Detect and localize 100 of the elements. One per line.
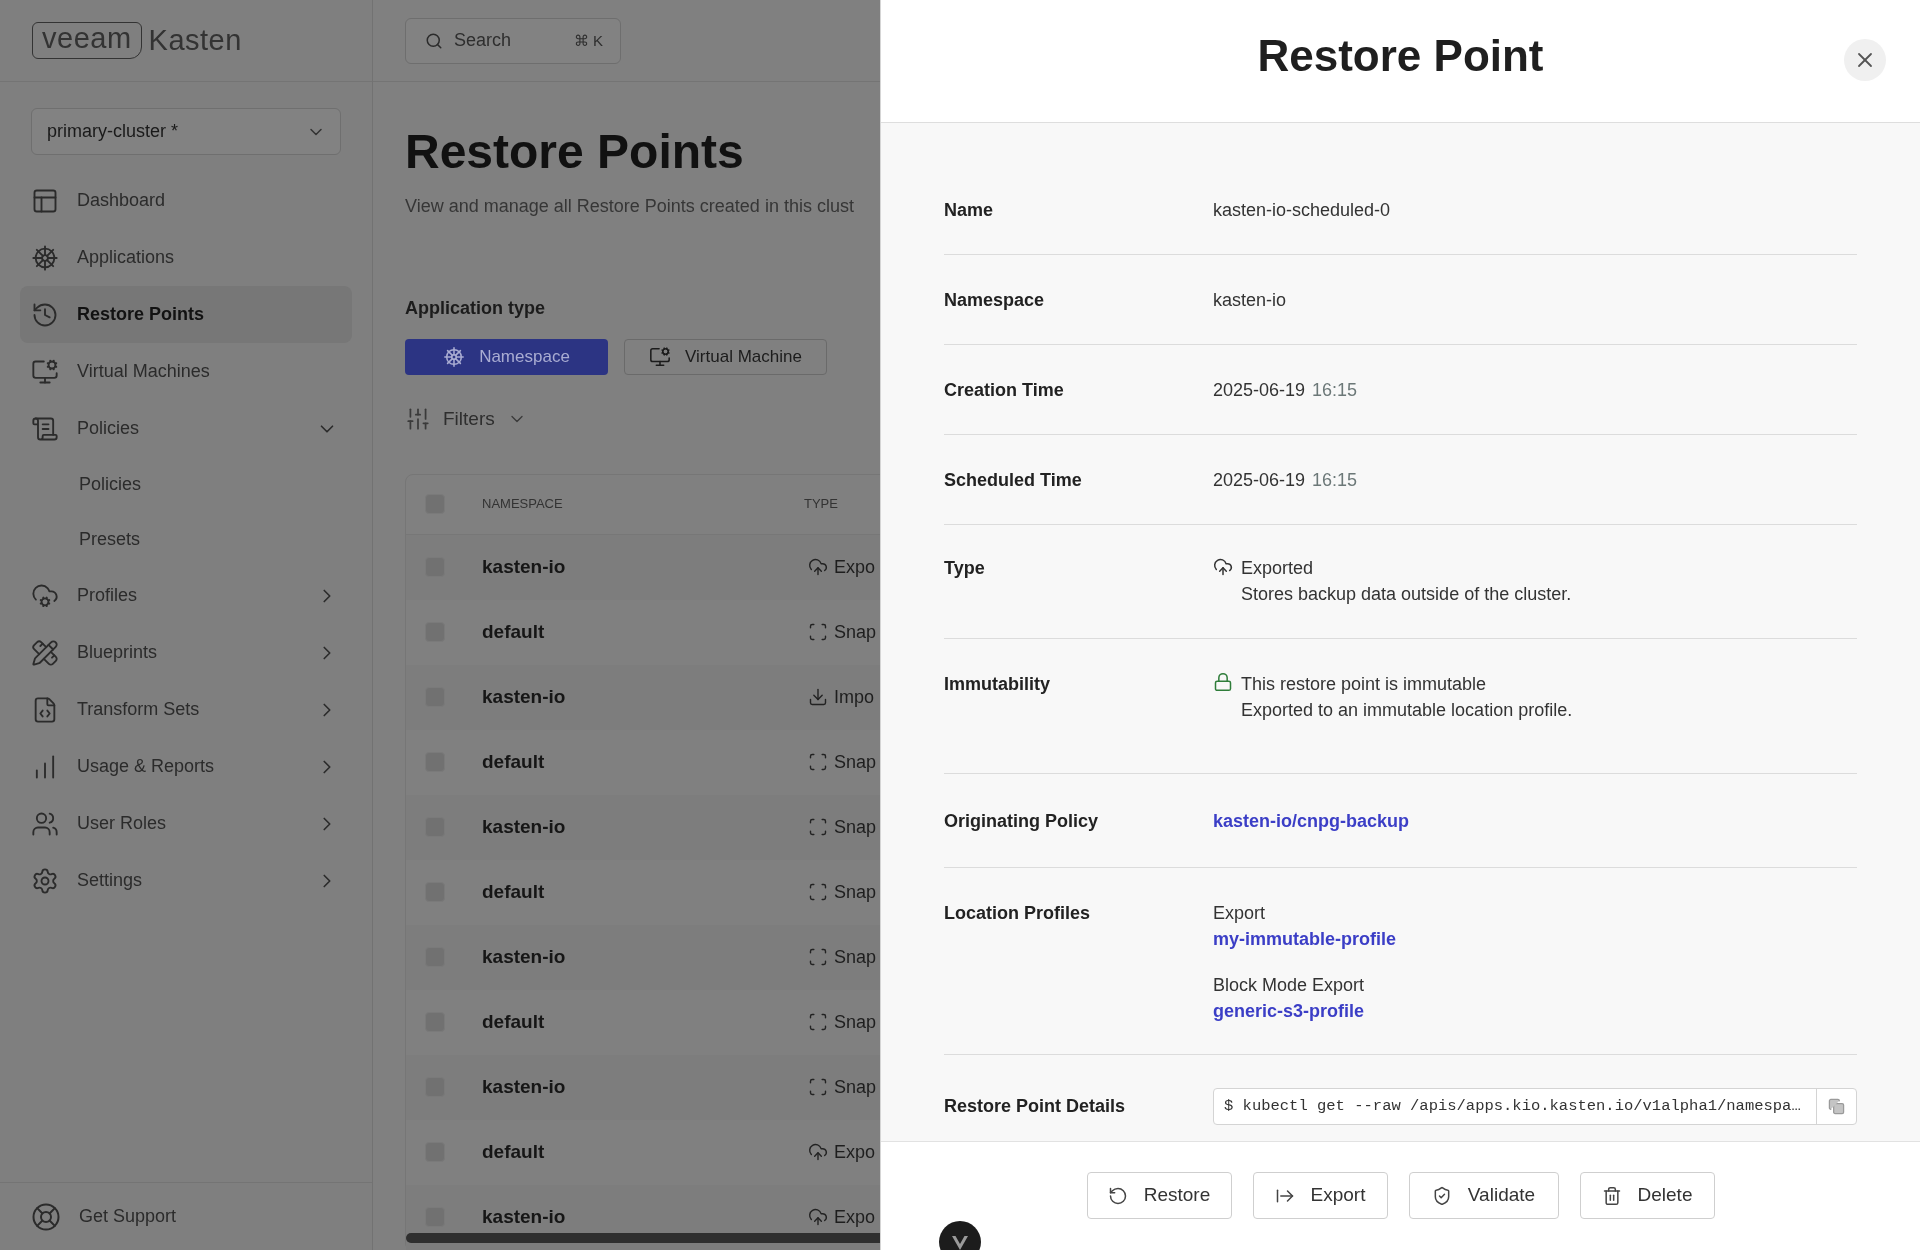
- nav-item[interactable]: Virtual Machines: [20, 343, 352, 400]
- field-label: Creation Time: [944, 379, 1065, 401]
- type-label: Snap: [834, 1075, 877, 1099]
- scan-frame-icon: [808, 622, 828, 642]
- namespace-label: default: [482, 619, 546, 644]
- app-type-option[interactable]: Namespace: [405, 339, 608, 375]
- validate-button[interactable]: Validate: [1408, 1172, 1559, 1219]
- sliders-icon: [405, 406, 431, 433]
- nav-item[interactable]: Dashboard: [20, 172, 352, 229]
- lock-icon: [1213, 672, 1233, 692]
- scan-frame-icon: [808, 1077, 828, 1097]
- type-label: Snap: [834, 945, 877, 969]
- nav-item[interactable]: Blueprints: [20, 624, 352, 681]
- field-label: Originating Policy: [944, 810, 1100, 833]
- namespace-label: kasten-io: [482, 554, 567, 579]
- cloud-upload-icon: [808, 1207, 828, 1227]
- command-text: $ kubectl get --raw /apis/apps.kio.kasten.io/v1alpha1/namespa…: [1223, 1095, 1802, 1117]
- rotate-arrow-icon: [1107, 1185, 1128, 1206]
- cloud-upload-icon: [1213, 557, 1233, 577]
- type-label: Expo: [834, 1205, 876, 1229]
- scan-frame-icon: [808, 817, 828, 837]
- date-text: 2025-06-19: [1213, 469, 1306, 491]
- scan-frame-icon: [808, 882, 828, 902]
- download-icon: [808, 687, 828, 707]
- settings-icon: [31, 866, 59, 895]
- field-label: Scheduled Time: [944, 469, 1083, 491]
- scan-frame-icon: [808, 1012, 828, 1032]
- type-label: Snap: [834, 815, 877, 839]
- field-label: Type: [944, 557, 986, 580]
- namespace-label: default: [482, 879, 546, 904]
- nav-item[interactable]: Transform Sets: [20, 681, 352, 738]
- nav-item[interactable]: Applications: [20, 229, 352, 286]
- scan-frame-icon: [808, 947, 828, 967]
- field-label: Name: [944, 199, 995, 221]
- trash-icon: [1601, 1185, 1622, 1206]
- nav-item[interactable]: Profiles: [20, 567, 352, 624]
- type-description: Stores backup data outside of the cluster.: [1241, 583, 1572, 606]
- filters-button[interactable]: Filters: [405, 405, 527, 434]
- field-label: Namespace: [944, 289, 1046, 311]
- policy-link[interactable]: kasten-io/cnpg-backup: [1213, 808, 1410, 834]
- nav-subitem[interactable]: Policies: [20, 457, 352, 512]
- nav-item[interactable]: Restore Points: [20, 286, 352, 343]
- nav-item[interactable]: Settings: [20, 852, 352, 909]
- profile-link[interactable]: my-immutable-profile: [1213, 926, 1397, 952]
- nav-item[interactable]: Policies: [20, 400, 352, 457]
- namespace-label: kasten-io: [482, 1074, 567, 1099]
- delete-button[interactable]: Delete: [1579, 1172, 1715, 1219]
- field-label: Immutability: [944, 673, 1051, 696]
- column-header: TYPE: [804, 495, 838, 514]
- section-label: Application type: [405, 297, 546, 320]
- field-label: Location Profiles: [944, 902, 1092, 925]
- immutability-title: This restore point is immutable: [1241, 673, 1487, 696]
- namespace-label: default: [482, 1139, 546, 1164]
- nav-item[interactable]: Usage & Reports: [20, 738, 352, 795]
- profile-link[interactable]: generic-s3-profile: [1213, 998, 1365, 1024]
- ship-wheel-icon: [443, 346, 466, 368]
- nav-subitem[interactable]: Presets: [20, 512, 352, 567]
- cluster-select[interactable]: primary-cluster *: [31, 108, 341, 155]
- namespace-label: kasten-io: [482, 944, 567, 969]
- page-subtitle: View and manage all Restore Points created in this clust: [405, 195, 855, 218]
- scan-frame-icon: [808, 752, 828, 772]
- cloud-upload-icon: [808, 557, 828, 577]
- namespace-label: kasten-io: [482, 684, 567, 709]
- column-header: NAMESPACE: [482, 495, 564, 514]
- type-label: Snap: [834, 620, 877, 644]
- time-text: 16:15: [1312, 469, 1358, 491]
- ship-wheel-icon: [31, 243, 59, 272]
- restore-button[interactable]: Restore: [1086, 1172, 1232, 1219]
- monitor-gear-icon: [649, 346, 672, 368]
- search-icon: [425, 31, 443, 50]
- type-label: Snap: [834, 750, 877, 774]
- monitor-gear-icon: [31, 357, 59, 386]
- lifebuoy-icon: [31, 1201, 61, 1232]
- type-label: Impo: [834, 685, 875, 709]
- profile-type-label: Block Mode Export: [1213, 974, 1365, 997]
- page-title: Restore Points: [405, 124, 745, 180]
- namespace-label: kasten-io: [482, 1204, 567, 1229]
- namespace-label: default: [482, 1009, 546, 1034]
- type-label: Expo: [834, 555, 876, 579]
- profile-type-label: Export: [1213, 902, 1266, 925]
- immutability-description: Exported to an immutable location profile.: [1241, 699, 1573, 722]
- support-link[interactable]: Get Support: [31, 1201, 177, 1232]
- type-label: Expo: [834, 1140, 876, 1164]
- field-value: kasten-io: [1213, 289, 1287, 311]
- time-text: 16:15: [1312, 379, 1358, 401]
- date-text: 2025-06-19: [1213, 379, 1306, 401]
- namespace-label: default: [482, 749, 546, 774]
- field-label: Restore Point Details: [944, 1095, 1127, 1118]
- nav-item[interactable]: User Roles: [20, 795, 352, 852]
- namespace-label: kasten-io: [482, 814, 567, 839]
- horizontal-scrollbar[interactable]: [406, 1232, 880, 1243]
- app-type-option[interactable]: Virtual Machine: [624, 339, 827, 375]
- cloud-upload-icon: [808, 1142, 828, 1162]
- field-value: kasten-io-scheduled-0: [1213, 199, 1391, 221]
- export-button[interactable]: Export: [1252, 1172, 1388, 1219]
- type-label: Snap: [834, 880, 877, 904]
- brand-logo: veeam: [32, 22, 142, 59]
- pencil-ruler-icon: [31, 638, 59, 667]
- close-button[interactable]: [1844, 39, 1886, 81]
- type-title: Exported: [1241, 557, 1314, 580]
